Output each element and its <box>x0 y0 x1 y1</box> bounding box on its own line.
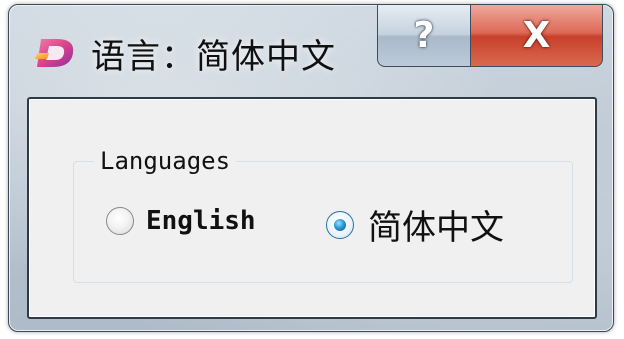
question-mark-icon: ? <box>413 15 435 56</box>
radio-english-circle[interactable] <box>106 207 134 235</box>
radio-selected-dot <box>334 218 346 231</box>
radio-english-label[interactable]: English <box>146 206 256 236</box>
close-icon: X <box>522 15 551 56</box>
help-button[interactable]: ? <box>377 5 471 67</box>
radio-simplified-chinese[interactable]: 简体中文 <box>326 200 504 249</box>
caption-buttons: ? X <box>377 5 603 67</box>
groupbox-legend: Languages <box>94 146 237 176</box>
radio-simplified-chinese-label[interactable]: 简体中文 <box>368 200 504 249</box>
radio-simplified-chinese-circle[interactable] <box>326 210 354 239</box>
app-logo-icon <box>35 39 74 67</box>
close-button[interactable]: X <box>471 5 603 67</box>
dialog-client-area: Languages English 简体中文 <box>27 97 597 319</box>
dialog-window: 语言：简体中文 ? X Languages English 简体中文 <box>8 4 614 332</box>
window-title: 语言：简体中文 <box>91 37 336 77</box>
radio-english[interactable]: English <box>106 206 256 236</box>
languages-groupbox: Languages English 简体中文 <box>73 146 573 283</box>
title-bar[interactable]: 语言：简体中文 ? X <box>9 5 613 89</box>
